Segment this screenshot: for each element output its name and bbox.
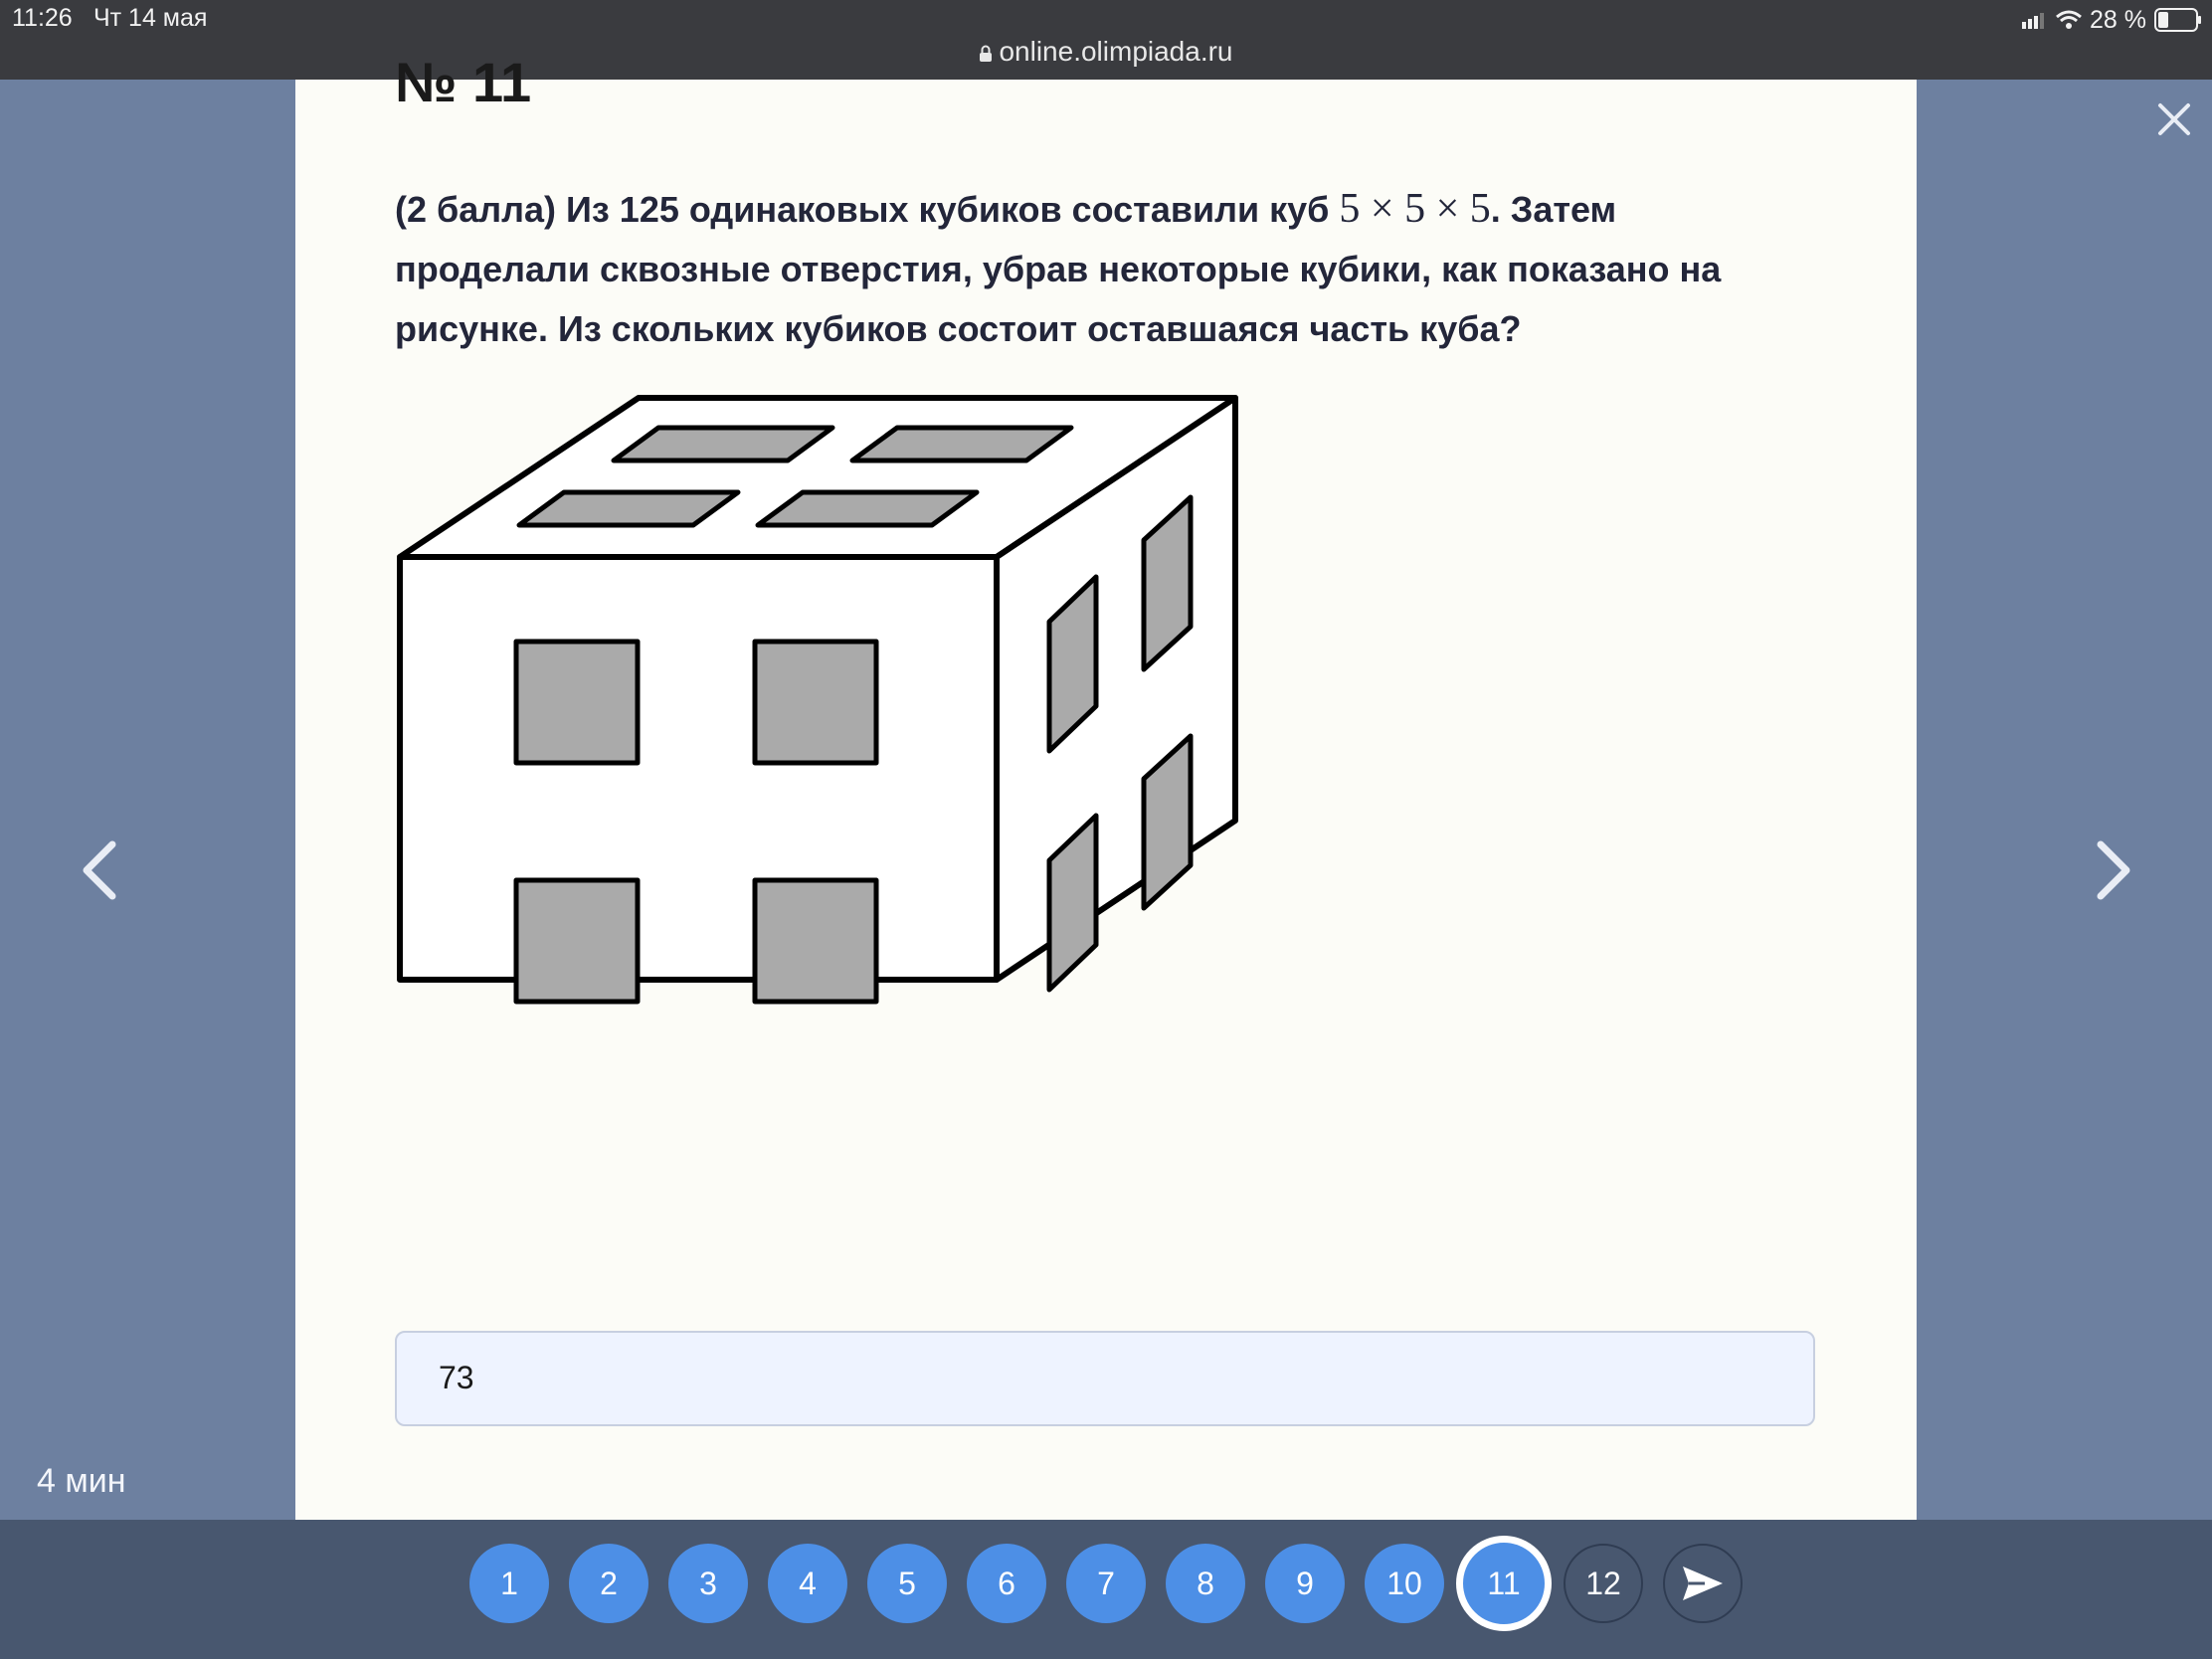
front-hole [513,639,641,766]
signal-icon [2022,13,2045,29]
question-nav-item[interactable]: 7 [1066,1544,1146,1623]
front-hole [752,877,879,1005]
status-bar: 11:26 Чт 14 мая online.olimpiada.ru 28 % [0,0,2212,80]
front-hole [513,877,641,1005]
chevron-left-icon[interactable] [75,840,124,900]
question-nav-item[interactable]: 8 [1166,1544,1245,1623]
question-nav-item-current[interactable]: 11 [1456,1536,1552,1631]
lock-icon [980,45,993,62]
answer-field[interactable] [395,1331,1815,1426]
battery-percent: 28 % [2090,5,2146,34]
status-date: Чт 14 мая [93,4,208,32]
time-remaining: 4 мин [37,1462,126,1500]
submit-button[interactable] [1663,1544,1743,1623]
url-text: online.olimpiada.ru [999,36,1233,67]
question-nav: 1 2 3 4 5 6 7 8 9 10 11 12 [469,1536,1743,1631]
question-nav-item[interactable]: 9 [1265,1544,1345,1623]
question-nav-item[interactable]: 6 [967,1544,1046,1623]
question-nav-item[interactable]: 2 [569,1544,648,1623]
front-hole [752,639,879,766]
question-math: 5 × 5 × 5 [1339,186,1491,232]
battery-icon [2154,8,2201,32]
question-text-part1: (2 балла) Из 125 одинаковых кубиков сост… [395,189,1340,230]
address-bar[interactable]: online.olimpiada.ru [0,36,2212,68]
question-card: № 11 (2 балла) Из 125 одинаковых кубиков… [295,51,1917,1520]
question-nav-item[interactable]: 1 [469,1544,549,1623]
cube-figure [397,395,1238,1005]
question-nav-item[interactable]: 10 [1365,1544,1444,1623]
answer-input[interactable] [437,1359,1734,1397]
question-nav-item[interactable]: 4 [768,1544,847,1623]
send-icon [1683,1567,1723,1600]
question-text: (2 балла) Из 125 одинаковых кубиков сост… [395,179,1817,359]
question-nav-item[interactable]: 12 [1564,1544,1643,1623]
question-nav-item[interactable]: 5 [867,1544,947,1623]
question-number: № 11 [395,51,532,113]
question-nav-item[interactable]: 3 [668,1544,748,1623]
close-icon[interactable] [2154,99,2194,139]
cube-front-face [397,554,1000,983]
wifi-icon [2056,10,2082,29]
question-nav-bar: 1 2 3 4 5 6 7 8 9 10 11 12 [0,1520,2212,1659]
status-time: 11:26 [12,4,73,32]
chevron-right-icon[interactable] [2089,840,2138,900]
